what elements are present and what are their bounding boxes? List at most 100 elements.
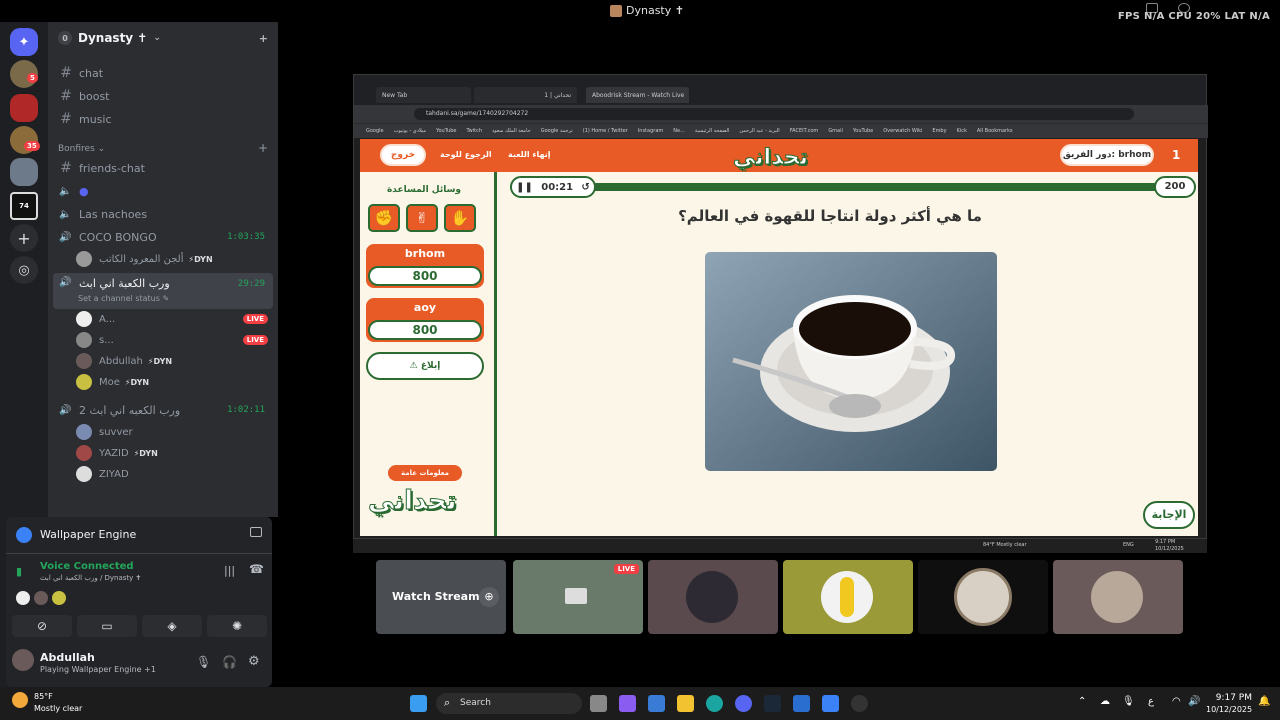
back-to-board-link[interactable]: الرجوع للوحة <box>440 150 492 159</box>
mic-icon[interactable]: 🎙 <box>196 655 211 669</box>
bookmark[interactable]: Instagram <box>638 128 663 134</box>
headphones-icon[interactable]: 🎧 <box>222 655 237 669</box>
discover-icon[interactable]: ◎ <box>10 256 38 284</box>
bookmark[interactable]: All Bookmarks <box>977 128 1013 134</box>
steam-icon[interactable] <box>764 695 781 712</box>
soundboard-button[interactable]: ✺ <box>207 615 267 637</box>
voice-channel-emoji[interactable]: 🔈 ● <box>53 180 273 202</box>
stream-preview-tile[interactable]: LIVE <box>513 560 643 634</box>
server-avatar[interactable]: 74 <box>10 192 38 220</box>
voice-user[interactable]: ألجن المعرود الكاتب ⚡DYN <box>76 249 272 269</box>
bookmark[interactable]: Twitch <box>466 128 482 134</box>
disconnect-icon[interactable]: ☎ <box>249 562 264 576</box>
channel-boost[interactable]: # boost <box>53 85 273 107</box>
bookmark[interactable]: Kick <box>957 128 967 134</box>
pause-icon[interactable]: ❚❚ <box>516 182 533 193</box>
volume-icon[interactable]: 🔊 <box>1188 696 1200 707</box>
category-bonfires[interactable]: Bonfires ⌄ <box>58 144 105 154</box>
chatgpt-icon[interactable] <box>851 695 868 712</box>
bookmark[interactable]: Ne... <box>673 128 685 134</box>
bookmark[interactable]: ميلادي - يوتيوب <box>394 128 426 134</box>
clock-date[interactable]: 10/12/2025 <box>1206 705 1252 714</box>
voice-user[interactable]: ZIYAD <box>76 464 272 484</box>
chevron-up-icon[interactable]: ⌃ <box>1078 696 1086 707</box>
server-header[interactable]: 0 Dynasty ✝ ⌄ + <box>48 22 278 54</box>
noise-suppression-icon[interactable]: ||| <box>224 564 235 577</box>
voice-channel-coco[interactable]: 🔊 COCO BONGO 1:03:35 <box>53 226 273 248</box>
bookmark[interactable]: FACEIT.com <box>790 128 819 134</box>
create-channel-icon[interactable]: + <box>258 141 268 155</box>
bookmark[interactable]: Emby <box>932 128 946 134</box>
task-view-icon[interactable] <box>590 695 607 712</box>
voice-user[interactable]: suvver <box>76 422 272 442</box>
reset-icon[interactable]: ↺ <box>581 182 589 193</box>
share-screen-button[interactable]: ▭ <box>77 615 137 637</box>
language-indicator[interactable]: ع <box>1148 696 1154 707</box>
bookmark[interactable]: (1) Home / Twitter <box>583 128 628 134</box>
participant-tile[interactable] <box>648 560 778 634</box>
participant-tile[interactable] <box>918 560 1048 634</box>
weather-icon[interactable] <box>12 692 28 708</box>
voice-channel-active[interactable]: 🔊 ورب الكعبة اني ابث 29:29 <box>53 273 273 309</box>
taskbar-search[interactable]: ⌕ Search <box>436 693 582 714</box>
participant-tile[interactable] <box>783 560 913 634</box>
popout-icon[interactable]: ⊕ <box>479 587 499 607</box>
discord-home-icon[interactable]: ✦ <box>10 28 38 56</box>
store-icon[interactable] <box>648 695 665 712</box>
exit-button[interactable]: خروج <box>380 144 426 166</box>
bookmark[interactable]: الصفحة الرئيسية <box>695 128 730 134</box>
activities-button[interactable]: ◈ <box>142 615 202 637</box>
bookmark[interactable]: البريد - عبد الرحمن <box>739 128 779 134</box>
copilot-icon[interactable] <box>619 695 636 712</box>
watch-stream-tile[interactable]: Watch Stream ⊕ <box>376 560 506 634</box>
discord-icon[interactable] <box>735 695 752 712</box>
voice-user[interactable]: YAZID ⚡DYN <box>76 443 272 463</box>
camera-off-button[interactable]: ⊘ <box>12 615 72 637</box>
help-tool-button[interactable]: ✌ <box>406 204 438 232</box>
browser-tab[interactable]: New Tab <box>376 87 471 103</box>
cloud-icon[interactable]: ☁ <box>1100 696 1110 707</box>
edge-icon[interactable] <box>706 695 723 712</box>
invite-people-icon[interactable]: + <box>259 32 268 45</box>
bookmark[interactable]: YouTube <box>853 128 873 134</box>
bookmark[interactable]: Overwatch Wiki <box>883 128 922 134</box>
bookmark[interactable]: Gmail <box>828 128 843 134</box>
start-icon[interactable] <box>410 695 427 712</box>
participant-tile[interactable] <box>1053 560 1183 634</box>
wifi-icon[interactable]: ◠ <box>1172 696 1181 707</box>
bookmark[interactable]: YouTube <box>436 128 456 134</box>
voice-user[interactable]: Moe ⚡DYN <box>76 372 272 392</box>
report-button[interactable]: ⚠ إبلاغ <box>366 352 484 380</box>
mic-icon[interactable]: 🎙 <box>1122 696 1135 707</box>
channel-friends-chat[interactable]: # friends-chat <box>53 157 273 179</box>
url-input[interactable]: tahdani.sa/game/1740292704272 <box>414 108 1134 120</box>
notification-icon[interactable]: 🔔 <box>1258 696 1270 707</box>
screen-share-icon[interactable] <box>250 527 262 537</box>
bookmark[interactable]: جامعة الملك سعود <box>492 128 531 134</box>
add-server-icon[interactable]: + <box>10 224 38 252</box>
voice-user[interactable]: A... LIVE <box>76 309 272 329</box>
answer-button[interactable]: الإجابة <box>1143 501 1195 529</box>
user-avatar[interactable] <box>12 649 34 671</box>
general-info-button[interactable]: معلومات عامة <box>388 465 462 481</box>
channel-chat[interactable]: # chat <box>53 62 273 84</box>
clock-time[interactable]: 9:17 PM <box>1210 693 1252 703</box>
bookmark[interactable]: Google <box>366 128 384 134</box>
server-avatar-active[interactable] <box>10 158 38 186</box>
voice-user[interactable]: Abdullah ⚡DYN <box>76 351 272 371</box>
bookmark[interactable]: Google ترجمة <box>541 128 573 134</box>
file-explorer-icon[interactable] <box>677 695 694 712</box>
end-game-link[interactable]: إنهاء اللعبة <box>508 150 551 159</box>
help-tool-button[interactable]: ✊ <box>368 204 400 232</box>
server-avatar[interactable] <box>10 94 38 122</box>
channel-music[interactable]: # music <box>53 108 273 130</box>
help-tool-button[interactable]: ✋ <box>444 204 476 232</box>
voice-channel-path[interactable]: ورب الكعبة اني ابث / Dynasty ✝ <box>40 574 141 582</box>
voice-channel-nachoes[interactable]: 🔈 Las nachoes <box>53 203 273 225</box>
voice-channel-second[interactable]: 🔊 ورب الكعبه اني ابث 2 1:02:11 <box>53 399 273 421</box>
channel-status[interactable]: Set a channel status ✎ <box>78 294 169 303</box>
app-icon[interactable] <box>793 695 810 712</box>
browser-tab[interactable]: تحداني | 1 <box>474 87 577 103</box>
wallpaper-engine-icon[interactable] <box>822 695 839 712</box>
voice-user[interactable]: s... LIVE <box>76 330 272 350</box>
